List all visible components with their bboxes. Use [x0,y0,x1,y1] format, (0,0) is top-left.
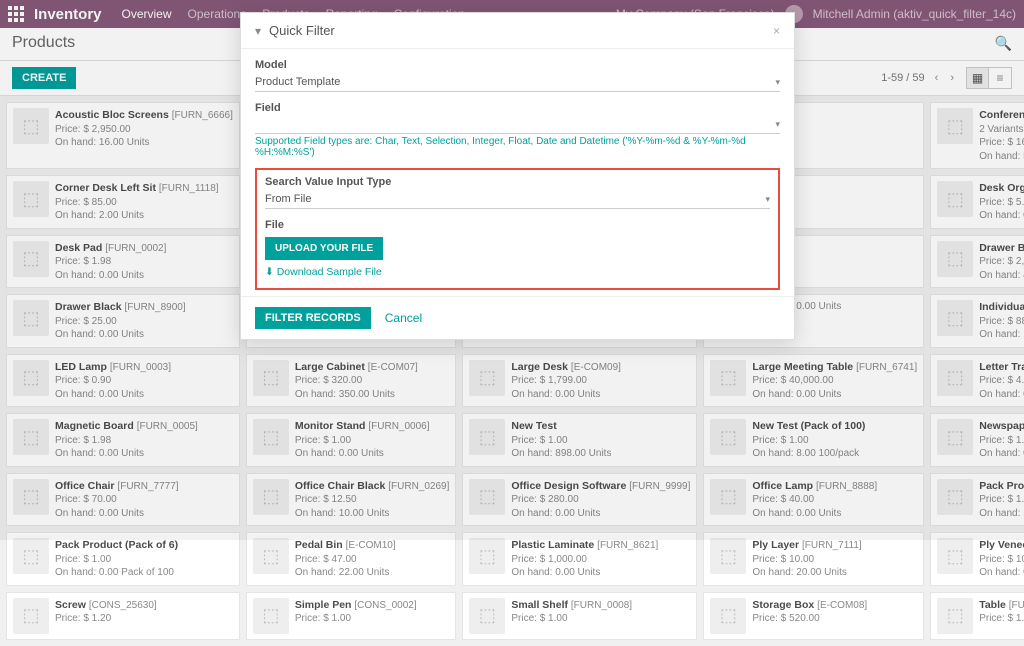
product-card[interactable]: ⬚ Pack Product (Pack of 6) Price: $ 1.00… [6,532,240,586]
field-label: Field [255,102,780,114]
product-thumb: ⬚ [13,538,49,574]
product-thumb: ⬚ [937,538,973,574]
field-select[interactable]: ▾ [255,116,780,134]
product-info: Simple Pen [CONS_0002]Price: $ 1.00 [295,598,417,634]
product-card[interactable]: ⬚ Ply Veneer [FURN_9111]Price: $ 10.00On… [930,532,1024,586]
product-card[interactable]: ⬚ Ply Layer [FURN_7111]Price: $ 10.00On … [703,532,924,586]
product-thumb: ⬚ [469,598,505,634]
svit-label: Search Value Input Type [265,176,770,188]
product-card[interactable]: ⬚ Storage Box [E-COM08]Price: $ 520.00 [703,592,924,640]
filter-icon: ▾ [255,24,261,38]
field-help-text: Supported Field types are: Char, Text, S… [255,136,780,158]
svit-select[interactable]: From File ▾ [265,190,770,209]
product-card[interactable]: ⬚ Simple Pen [CONS_0002]Price: $ 1.00 [246,592,457,640]
product-thumb: ⬚ [13,598,49,634]
filter-records-button[interactable]: FILTER RECORDS [255,307,371,329]
modal-title: Quick Filter [269,23,773,38]
caret-down-icon: ▾ [765,194,770,205]
product-info: Ply Veneer [FURN_9111]Price: $ 10.00On h… [979,538,1024,580]
product-info: Storage Box [E-COM08]Price: $ 520.00 [752,598,867,634]
product-info: Plastic Laminate [FURN_8621]Price: $ 1,0… [511,538,658,580]
product-info: Screw [CONS_25630]Price: $ 1.20 [55,598,157,634]
close-icon[interactable]: × [773,24,780,38]
highlight-box: Search Value Input Type From File ▾ File… [255,168,780,290]
product-info: Small Shelf [FURN_0008]Price: $ 1.00 [511,598,632,634]
caret-down-icon: ▾ [775,119,780,130]
upload-file-button[interactable]: UPLOAD YOUR FILE [265,237,383,260]
download-sample-link[interactable]: ⬇ Download Sample File [265,266,382,278]
product-card[interactable]: ⬚ Table [FURN_9666]Price: $ 1.00 [930,592,1024,640]
product-thumb: ⬚ [937,598,973,634]
product-thumb: ⬚ [469,538,505,574]
product-thumb: ⬚ [253,598,289,634]
file-label: File [265,219,770,231]
cancel-button[interactable]: Cancel [385,311,422,325]
product-thumb: ⬚ [710,598,746,634]
product-info: Pedal Bin [E-COM10]Price: $ 47.00On hand… [295,538,396,580]
product-card[interactable]: ⬚ Screw [CONS_25630]Price: $ 1.20 [6,592,240,640]
caret-down-icon: ▾ [775,77,780,88]
product-card[interactable]: ⬚ Plastic Laminate [FURN_8621]Price: $ 1… [462,532,697,586]
product-info: Ply Layer [FURN_7111]Price: $ 10.00On ha… [752,538,861,580]
product-info: Pack Product (Pack of 6) Price: $ 1.00On… [55,538,178,580]
model-label: Model [255,59,780,71]
product-info: Table [FURN_9666]Price: $ 1.00 [979,598,1024,634]
model-select[interactable]: Product Template ▾ [255,73,780,92]
product-thumb: ⬚ [253,538,289,574]
quick-filter-modal: ▾ Quick Filter × Model Product Template … [240,12,795,340]
product-card[interactable]: ⬚ Small Shelf [FURN_0008]Price: $ 1.00 [462,592,697,640]
product-thumb: ⬚ [710,538,746,574]
product-card[interactable]: ⬚ Pedal Bin [E-COM10]Price: $ 47.00On ha… [246,532,457,586]
